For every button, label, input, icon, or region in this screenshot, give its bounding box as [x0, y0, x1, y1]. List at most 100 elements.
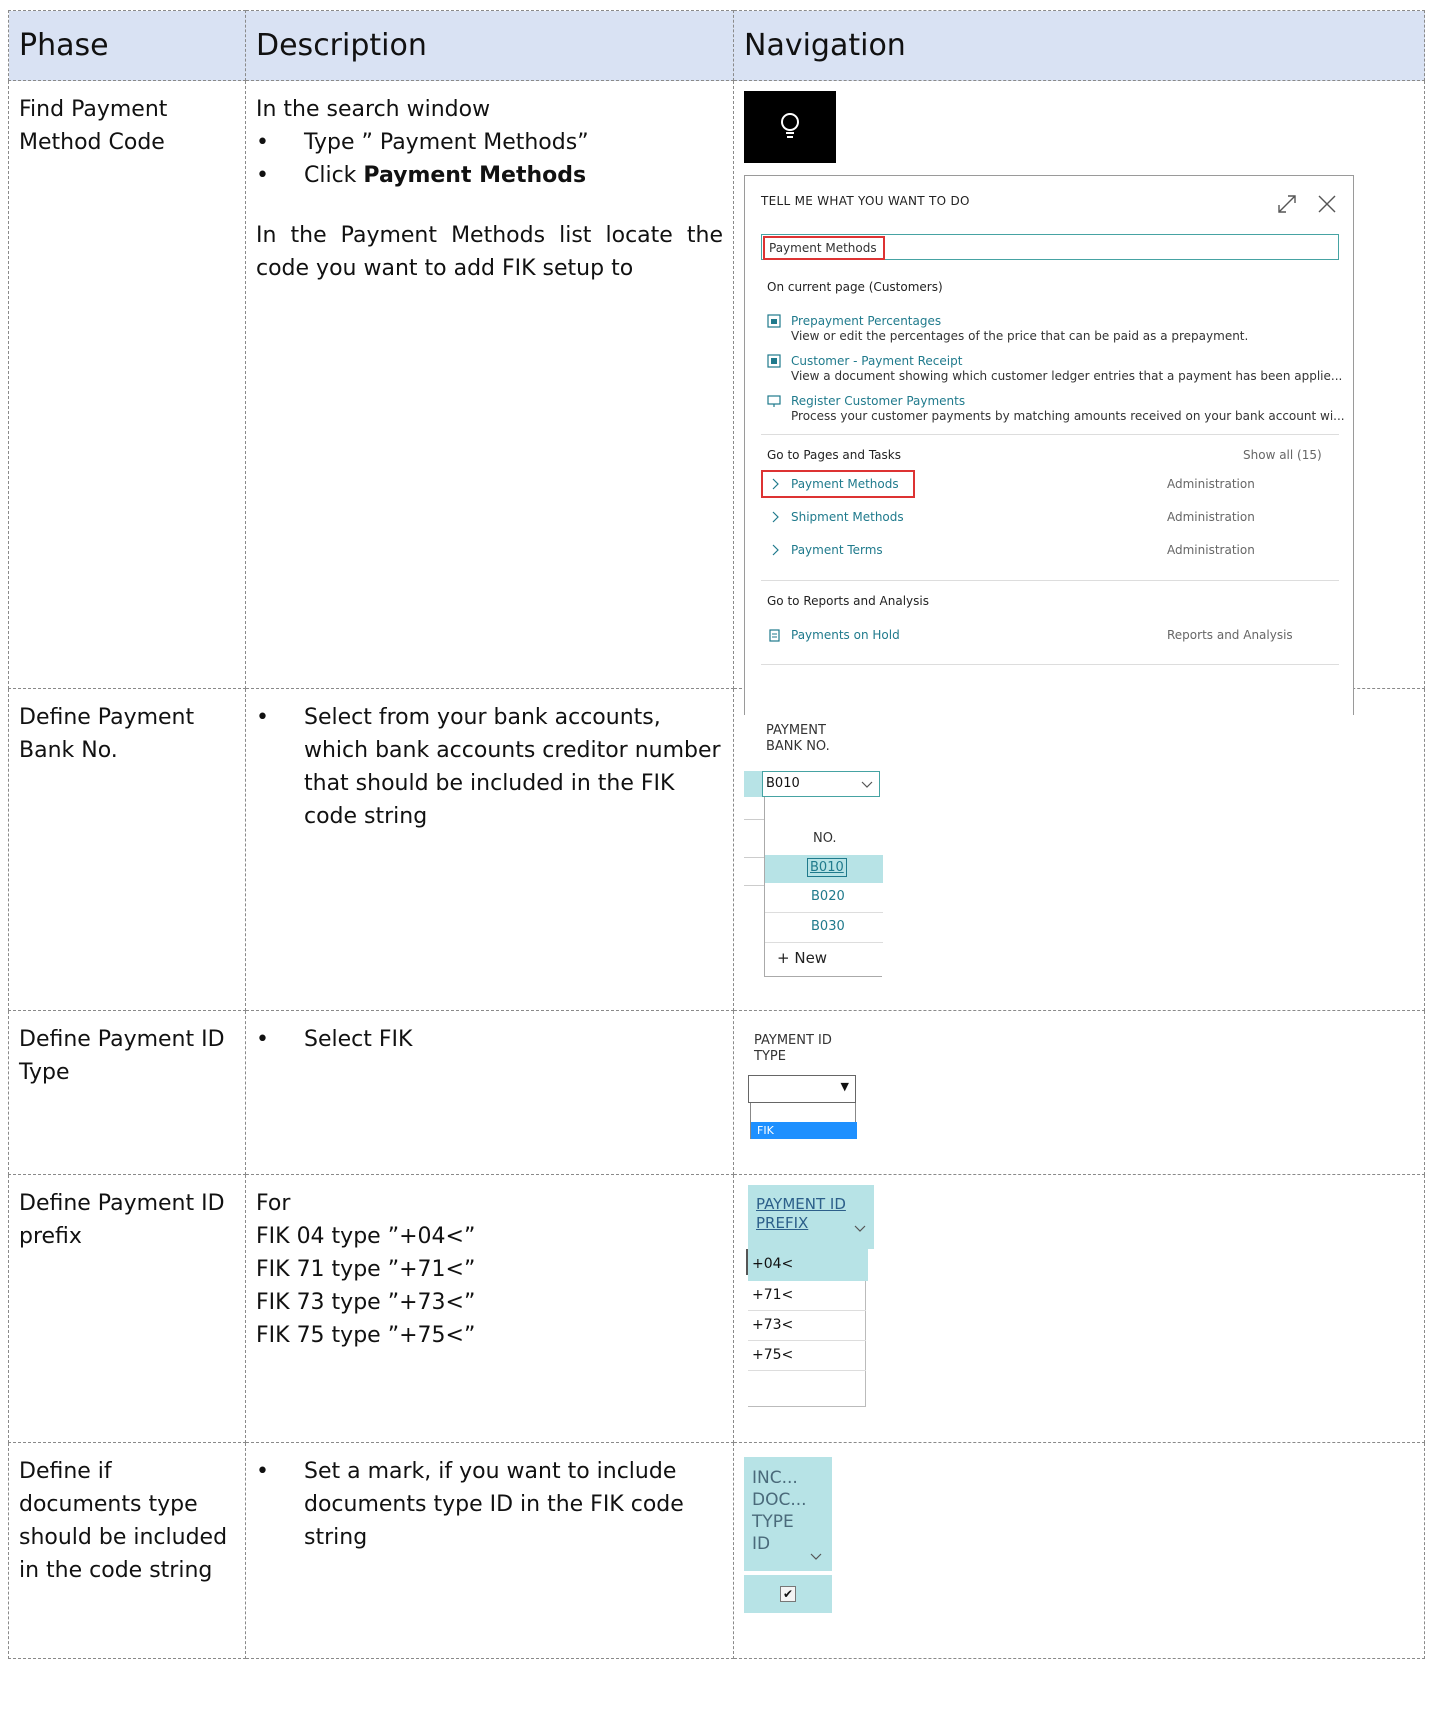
phase-cell: Define Payment ID Type — [19, 1027, 225, 1085]
report-result-category: Reports and Analysis — [1167, 628, 1293, 642]
show-all-link[interactable]: Show all (15) — [1243, 448, 1322, 462]
description-line: FIK 73 type ”+73<” — [256, 1290, 476, 1315]
result-item[interactable]: Customer - Payment Receipt View a docume… — [767, 354, 1342, 384]
report-result-title: Payments on Hold — [791, 628, 900, 642]
option-fik[interactable]: FIK — [751, 1122, 857, 1139]
bullet-list: Type ” Payment Methods” Click Payment Me… — [256, 126, 723, 192]
bullet-text: Click — [304, 163, 364, 188]
payment-id-type-select[interactable]: ▼ — [748, 1075, 856, 1103]
close-icon[interactable] — [1315, 192, 1339, 216]
page-result-title: Payment Terms — [791, 543, 883, 557]
table-row: Define Payment Bank No. Select from your… — [8, 688, 1425, 1011]
description-cell: In the search window Type ” Payment Meth… — [246, 81, 733, 297]
page-result-title: Shipment Methods — [791, 510, 904, 524]
lightbulb-button[interactable] — [744, 91, 836, 163]
description-cell: Set a mark, if you want to include docum… — [246, 1443, 733, 1566]
bank-no-value: B010 — [766, 776, 800, 791]
report-icon — [767, 354, 781, 368]
bullet-item: Set a mark, if you want to include docum… — [256, 1455, 723, 1554]
result-description: View or edit the percentages of the pric… — [791, 329, 1249, 343]
chevron-down-icon — [854, 1225, 866, 1232]
payment-icon — [767, 395, 781, 407]
page-result-item[interactable]: Payment Terms Administration — [767, 543, 1339, 561]
column-header-no: NO. — [813, 831, 837, 846]
bank-dropdown-list: NO. B010 B020 B030 + New — [764, 797, 883, 977]
prefix-list: +04< +71< +73< +75< — [748, 1249, 868, 1407]
chevron-down-icon — [861, 781, 873, 788]
doc-type-column-header[interactable]: INC... DOC... TYPE ID — [744, 1457, 832, 1571]
prefix-option[interactable]: +73< — [748, 1311, 866, 1341]
description-cell: Select FIK — [246, 1011, 733, 1068]
section-current-page: On current page (Customers) — [767, 280, 943, 294]
bullet-item: Type ” Payment Methods” — [256, 126, 723, 159]
new-button[interactable]: + New — [777, 949, 827, 967]
bank-option-selected[interactable]: B010 — [765, 855, 883, 883]
prefix-option[interactable]: +75< — [748, 1341, 866, 1371]
phase-cell: Define if documents type should be inclu… — [19, 1459, 228, 1583]
payment-id-type-list: FIK — [750, 1103, 857, 1139]
table-row: Find Payment Method Code In the search w… — [8, 80, 1425, 715]
bullet-item: Select from your bank accounts, which ba… — [256, 701, 723, 833]
result-item[interactable]: Prepayment Percentages View or edit the … — [767, 314, 1248, 344]
result-item[interactable]: Register Customer Payments Process your … — [767, 394, 1345, 424]
chevron-right-icon — [772, 511, 779, 523]
document-icon — [769, 629, 780, 642]
header-row: Phase Description Navigation — [8, 10, 1425, 81]
chevron-down-icon — [810, 1553, 822, 1560]
description-line: FIK 75 type ”+75<” — [256, 1323, 476, 1348]
navigation-cell: INC... DOC... TYPE ID ✔ — [733, 1442, 1425, 1659]
chevron-right-icon — [772, 544, 779, 556]
page-result-item[interactable]: Payment Methods Administration — [767, 477, 1339, 495]
navigation-cell: PAYMENT ID PREFIX +04< +71< +73< +75< — [733, 1174, 1425, 1443]
description-line: FIK 71 type ”+71<” — [256, 1257, 476, 1282]
result-title: Prepayment Percentages — [791, 314, 942, 328]
bullet-item: Click Payment Methods — [256, 159, 723, 192]
navigation-cell: PAYMENT BANK NO. B010 NO. B010 B020 B030… — [733, 688, 1425, 1011]
phase-cell: Define Payment Bank No. — [19, 705, 195, 763]
bank-no-dropdown[interactable]: B010 — [762, 771, 880, 797]
section-reports-analysis: Go to Reports and Analysis — [767, 594, 929, 608]
description-line: For — [256, 1191, 291, 1216]
description-line: FIK 04 type ”+04<” — [256, 1224, 476, 1249]
page-result-category: Administration — [1167, 477, 1255, 491]
bullet-item: Select FIK — [256, 1023, 723, 1056]
checkmark-icon: ✔ — [782, 1587, 794, 1601]
report-result-item[interactable]: Payments on Hold Reports and Analysis — [767, 628, 1339, 646]
bank-option[interactable]: B020 — [765, 885, 883, 913]
search-value: Payment Methods — [763, 236, 885, 260]
prefix-option[interactable]: +71< — [748, 1281, 866, 1311]
result-description: Process your customer payments by matchi… — [791, 409, 1345, 423]
navigation-cell: PAYMENT ID TYPE ▼ FIK — [733, 1010, 1425, 1175]
page-result-category: Administration — [1167, 510, 1255, 524]
prefix-column-header[interactable]: PAYMENT ID PREFIX — [748, 1185, 874, 1249]
phase-cell: Find Payment Method Code — [19, 97, 168, 155]
tell-me-panel: TELL ME WHAT YOU WANT TO DO Payment Meth… — [744, 175, 1354, 715]
bank-option[interactable]: B030 — [765, 915, 883, 943]
bullet-list: Set a mark, if you want to include docum… — [256, 1455, 723, 1554]
bullet-list: Select from your bank accounts, which ba… — [256, 701, 723, 833]
field-label: PAYMENT BANK NO. — [766, 723, 830, 754]
prefix-option-selected[interactable]: +04< — [748, 1249, 868, 1281]
include-doc-type-checkbox[interactable]: ✔ — [780, 1586, 796, 1602]
navigation-cell: TELL ME WHAT YOU WANT TO DO Payment Meth… — [733, 80, 1425, 715]
page-result-title: Payment Methods — [791, 477, 899, 491]
field-label: PAYMENT ID TYPE — [754, 1033, 832, 1064]
dropdown-arrow-icon: ▼ — [840, 1080, 849, 1093]
header-navigation: Navigation — [733, 10, 1425, 81]
bullet-bold-text: Payment Methods — [363, 163, 587, 188]
page-result-category: Administration — [1167, 543, 1255, 557]
table-row: Define Payment ID Type Select FIK PAYMEN… — [8, 1010, 1425, 1175]
section-pages-tasks: Go to Pages and Tasks — [767, 448, 901, 462]
page-result-item[interactable]: Shipment Methods Administration — [767, 510, 1339, 528]
bullet-list: Select FIK — [256, 1023, 723, 1056]
result-description: View a document showing which customer l… — [791, 369, 1343, 383]
instruction-table: Phase Description Navigation Find Paymen… — [8, 10, 1425, 1659]
page-icon — [767, 314, 781, 328]
table-row: Define Payment ID prefix For FIK 04 type… — [8, 1174, 1425, 1443]
expand-icon[interactable] — [1275, 192, 1299, 216]
plus-icon: + — [777, 949, 790, 967]
lightbulb-icon — [781, 113, 799, 138]
result-title: Customer - Payment Receipt — [791, 354, 963, 368]
panel-title: TELL ME WHAT YOU WANT TO DO — [761, 194, 970, 208]
chevron-right-icon — [772, 478, 779, 490]
